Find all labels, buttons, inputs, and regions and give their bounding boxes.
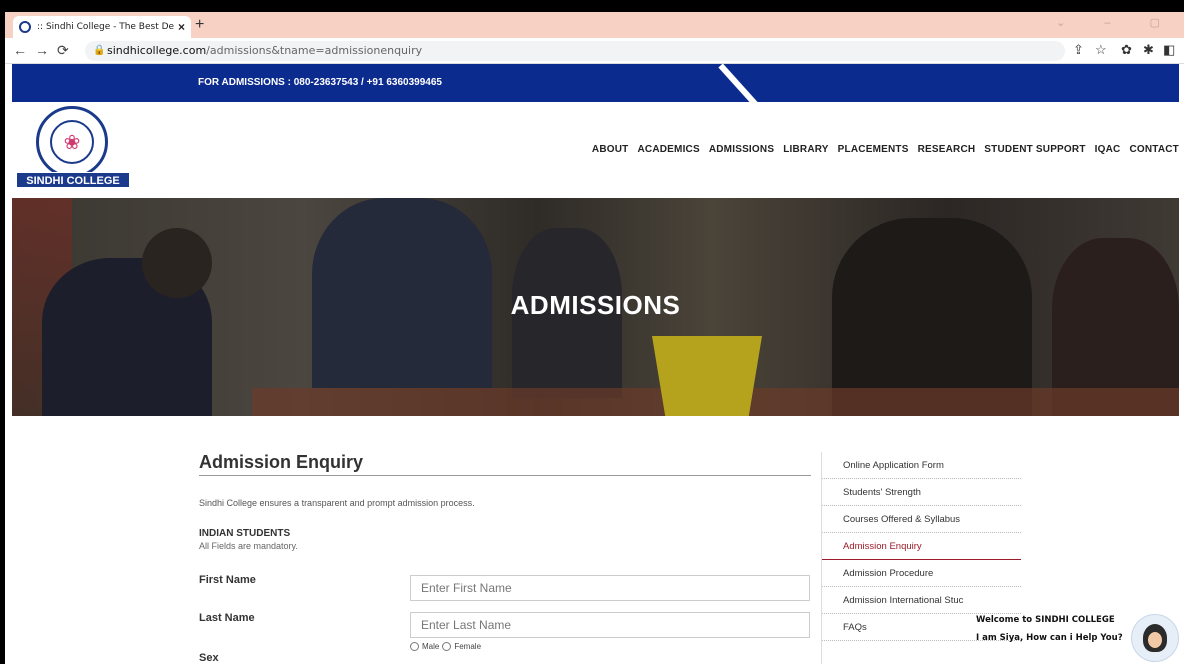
hero-plant-pot <box>652 336 762 416</box>
chat-prompt: I am Siya, How can i Help You? <box>976 633 1123 643</box>
site-header: ❀ SINDHI COLLEGE ABOUT ACADEMICS ADMISSI… <box>12 102 1179 198</box>
nav-academics[interactable]: ACADEMICS <box>637 144 699 155</box>
section-heading: INDIAN STUDENTS <box>199 528 291 539</box>
browser-window: :: Sindhi College - The Best Degre × + ⌄… <box>5 12 1184 664</box>
screenshot-frame: :: Sindhi College - The Best Degre × + ⌄… <box>0 0 1184 664</box>
side-panel-icon[interactable]: ◧ <box>1163 42 1175 58</box>
sidebar-item-online-application[interactable]: Online Application Form <box>822 452 1021 479</box>
admissions-phone-strip: FOR ADMISSIONS : 080-23637543 / +91 6360… <box>12 64 1179 102</box>
tab-title: Sindhi College - The Best Degre <box>45 22 174 32</box>
first-name-label: First Name <box>199 574 256 586</box>
female-radio-label: Female <box>454 642 482 651</box>
new-tab-button[interactable]: + <box>195 16 204 34</box>
sidebar-item-international[interactable]: Admission International Stuc <box>822 587 1021 614</box>
logo-text[interactable]: SINDHI COLLEGE <box>16 172 130 188</box>
window-controls[interactable]: ⌄ – ▢ <box>1056 16 1178 29</box>
address-bar-row: ← → ⟳ 🔒 sindhicollege.com/admissions&tna… <box>5 38 1184 64</box>
chatbot-avatar[interactable] <box>1131 614 1179 662</box>
page-title: Admission Enquiry <box>199 452 811 476</box>
reload-icon[interactable]: ⟳ <box>57 42 69 59</box>
nav-research[interactable]: RESEARCH <box>918 144 976 155</box>
chatbot-face <box>1148 632 1162 648</box>
nav-about[interactable]: ABOUT <box>592 144 629 155</box>
extensions-puzzle-icon[interactable]: ✱ <box>1143 42 1154 58</box>
male-radio[interactable] <box>410 642 419 651</box>
extension-badge-icon[interactable]: ✿ <box>1121 42 1132 58</box>
tab-bar: :: Sindhi College - The Best Degre × + ⌄… <box>5 12 1184 38</box>
sidebar-item-admission-procedure[interactable]: Admission Procedure <box>822 560 1021 587</box>
chat-greeting[interactable]: Welcome to SINDHI COLLEGE I am Siya, How… <box>976 611 1123 647</box>
tab-title-prefix: :: <box>37 22 44 32</box>
hero-student-head <box>142 228 212 298</box>
lock-icon: 🔒 <box>93 45 106 56</box>
last-name-label: Last Name <box>199 612 255 624</box>
forward-arrow-icon[interactable]: → <box>35 42 49 58</box>
chatbot-head-icon <box>1143 624 1167 652</box>
lotus-emblem-icon: ❀ <box>50 120 94 164</box>
hero-title: ADMISSIONS <box>510 290 681 320</box>
nav-contact[interactable]: CONTACT <box>1129 144 1179 155</box>
main-navigation: ABOUT ACADEMICS ADMISSIONS LIBRARY PLACE… <box>592 144 1179 155</box>
sidebar-item-courses[interactable]: Courses Offered & Syllabus <box>822 506 1021 533</box>
chat-welcome: Welcome to SINDHI COLLEGE <box>976 615 1115 625</box>
url-field[interactable]: 🔒 sindhicollege.com/admissions&tname=adm… <box>85 41 1065 61</box>
url-host: sindhicollege.com <box>107 44 207 57</box>
nav-library[interactable]: LIBRARY <box>783 144 828 155</box>
phone-banner: FOR ADMISSIONS : 080-23637543 / +91 6360… <box>198 77 442 88</box>
female-radio[interactable] <box>442 642 452 651</box>
first-name-input[interactable] <box>410 575 810 601</box>
close-tab-icon[interactable]: × <box>178 20 185 34</box>
bookmark-star-icon[interactable]: ☆ <box>1095 42 1107 58</box>
nav-iqac[interactable]: IQAC <box>1095 144 1121 155</box>
back-arrow-icon[interactable]: ← <box>13 42 27 58</box>
sex-label: Sex <box>199 652 219 664</box>
intro-text: Sindhi College ensures a transparent and… <box>199 498 475 508</box>
url-path: /admissions&tname=admissionenquiry <box>206 44 423 57</box>
male-radio-label: Male <box>422 642 440 651</box>
sex-radio-group: Male Female <box>410 642 481 651</box>
sidebar-item-students-strength[interactable]: Students' Strength <box>822 479 1021 506</box>
sidebar-item-admission-enquiry[interactable]: Admission Enquiry <box>822 533 1021 560</box>
browser-tab[interactable]: :: Sindhi College - The Best Degre × <box>13 16 191 38</box>
main-content: Admission Enquiry Sindhi College ensures… <box>12 416 1179 664</box>
share-icon[interactable]: ⇪ <box>1073 42 1084 58</box>
banner-decoration <box>718 64 762 102</box>
college-logo[interactable]: ❀ <box>36 106 108 178</box>
section-note: All Fields are mandatory. <box>199 541 298 551</box>
last-name-input[interactable] <box>410 612 810 638</box>
nav-student-support[interactable]: STUDENT SUPPORT <box>984 144 1085 155</box>
site-favicon-icon <box>19 21 31 33</box>
nav-admissions[interactable]: ADMISSIONS <box>709 144 774 155</box>
nav-placements[interactable]: PLACEMENTS <box>838 144 909 155</box>
hero-banner: ADMISSIONS <box>12 198 1179 416</box>
